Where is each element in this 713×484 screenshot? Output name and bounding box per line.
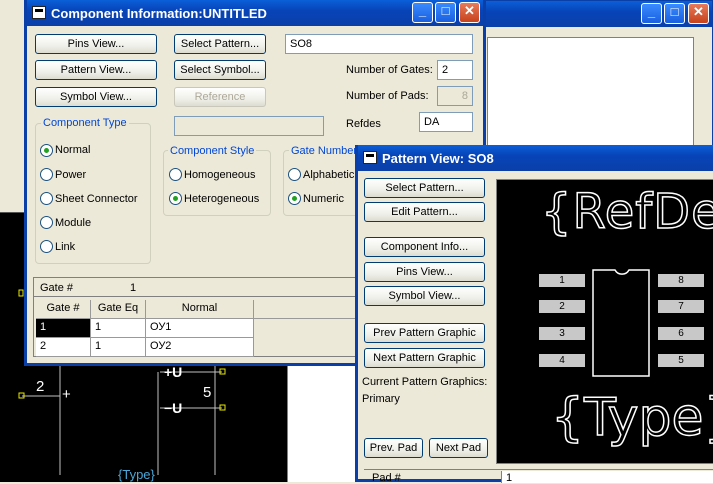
pattern-pin[interactable]: 4 bbox=[539, 354, 585, 367]
radio-power-label: Power bbox=[55, 169, 87, 181]
radio-homogeneous[interactable] bbox=[169, 168, 182, 181]
component-style-group bbox=[163, 150, 271, 216]
component-info-button[interactable]: Component Info... bbox=[364, 237, 485, 257]
symbol-view-button[interactable]: Symbol View... bbox=[364, 286, 485, 306]
refdes-field[interactable]: DA bbox=[419, 112, 473, 132]
next-pattern-graphic-button[interactable]: Next Pattern Graphic bbox=[364, 348, 485, 368]
desktop-divider bbox=[287, 365, 357, 482]
component-style-title: Component Style bbox=[168, 145, 257, 157]
radio-link[interactable] bbox=[40, 240, 53, 253]
pattern-view-titlebar: Pattern View: SO8 bbox=[358, 145, 713, 171]
pattern-body-outline bbox=[592, 269, 650, 377]
pattern-canvas[interactable]: {RefDe {Type} 1 2 3 4 8 7 6 5 bbox=[496, 179, 713, 464]
select-pattern-button[interactable]: Select Pattern... bbox=[174, 34, 266, 54]
pad-value: 1 bbox=[506, 472, 513, 484]
symbol-plus-label: + bbox=[62, 386, 71, 403]
table-cell[interactable]: 1 bbox=[91, 319, 146, 338]
component-info-titlebar: Component Information:UNTITLED _ □ ✕ bbox=[27, 0, 483, 26]
symbol-type-label: {Type} bbox=[118, 467, 155, 482]
number-of-gates-label: Number of Gates: bbox=[346, 64, 433, 76]
next-pad-button[interactable]: Next Pad bbox=[429, 438, 488, 458]
component-type-title: Component Type bbox=[41, 117, 129, 129]
pattern-pin[interactable]: 6 bbox=[658, 327, 704, 340]
select-symbol-button[interactable]: Select Symbol... bbox=[174, 60, 266, 80]
symbol-pin-right-number: 5 bbox=[203, 384, 212, 401]
minimize-button[interactable]: _ bbox=[641, 3, 662, 24]
radio-numeric[interactable] bbox=[288, 192, 301, 205]
radio-link-label: Link bbox=[55, 241, 76, 253]
radio-module-label: Module bbox=[55, 217, 92, 229]
pattern-view-title: Pattern View: SO8 bbox=[382, 151, 494, 166]
pattern-pin[interactable]: 5 bbox=[658, 354, 704, 367]
reference-button[interactable]: Reference bbox=[174, 87, 266, 107]
current-pattern-graphics-value: Primary bbox=[362, 393, 400, 405]
gate-numbering-title: Gate Numberi bbox=[289, 145, 362, 157]
pad-table: Pad # 1 bbox=[364, 469, 713, 484]
number-of-pads-field: 8 bbox=[437, 86, 473, 106]
pad-label: Pad # bbox=[372, 472, 401, 484]
edit-pattern-button[interactable]: Edit Pattern... bbox=[364, 202, 485, 222]
pins-view-button[interactable]: Pins View... bbox=[364, 262, 485, 282]
symbol-view-button[interactable]: Symbol View... bbox=[35, 87, 157, 107]
background-window-titlebar: _ □ ✕ bbox=[471, 1, 712, 27]
pad-value-cell[interactable]: 1 bbox=[501, 471, 713, 484]
close-button[interactable]: ✕ bbox=[688, 3, 709, 24]
pattern-pin[interactable]: 3 bbox=[539, 327, 585, 340]
app-icon bbox=[32, 6, 46, 19]
radio-alphabetic-label: Alphabetic bbox=[303, 169, 355, 181]
radio-sheet-connector-label: Sheet Connector bbox=[55, 193, 138, 205]
pattern-name-field[interactable]: SO8 bbox=[285, 34, 473, 54]
symbol-minus-u-label: −U bbox=[164, 400, 183, 416]
gate-summary-label: Gate # bbox=[40, 282, 74, 294]
symbol-pin-left-number: 2 bbox=[36, 378, 45, 395]
pattern-view-button[interactable]: Pattern View... bbox=[35, 60, 157, 80]
app-icon bbox=[363, 151, 377, 164]
radio-alphabetic[interactable] bbox=[288, 168, 301, 181]
table-cell[interactable]: 1 bbox=[91, 338, 146, 357]
radio-numeric-label: Numeric bbox=[303, 193, 344, 205]
number-of-gates-field[interactable]: 2 bbox=[437, 60, 473, 80]
minimize-button[interactable]: _ bbox=[412, 2, 433, 23]
number-of-pads-label: Number of Pads: bbox=[346, 90, 429, 102]
radio-module[interactable] bbox=[40, 216, 53, 229]
prev-pattern-graphic-button[interactable]: Prev Pattern Graphic bbox=[364, 323, 485, 343]
radio-homogeneous-label: Homogeneous bbox=[184, 169, 256, 181]
reference-field bbox=[174, 116, 324, 136]
select-pattern-button[interactable]: Select Pattern... bbox=[364, 178, 485, 198]
pattern-pin[interactable]: 8 bbox=[658, 274, 704, 287]
pattern-view-window: Pattern View: SO8 Select Pattern... Edit… bbox=[355, 145, 713, 484]
gate-table-header[interactable]: Normal bbox=[146, 300, 254, 319]
maximize-button[interactable]: □ bbox=[664, 3, 685, 24]
pins-view-button[interactable]: Pins View... bbox=[35, 34, 157, 54]
component-info-title: Component Information:UNTITLED bbox=[51, 6, 267, 21]
gate-table-header[interactable]: Gate # bbox=[36, 300, 91, 319]
radio-normal[interactable] bbox=[40, 144, 53, 157]
pattern-pin[interactable]: 7 bbox=[658, 300, 704, 313]
gate-summary-value: 1 bbox=[130, 282, 137, 294]
gate-table-header[interactable]: Gate Eq bbox=[91, 300, 146, 319]
pattern-pin[interactable]: 2 bbox=[539, 300, 585, 313]
symbol-plus-u-label: +U bbox=[164, 364, 183, 380]
pattern-pin[interactable]: 1 bbox=[539, 274, 585, 287]
prev-pad-button[interactable]: Prev. Pad bbox=[364, 438, 423, 458]
table-cell[interactable]: 1 bbox=[36, 319, 91, 338]
table-cell[interactable]: ОУ1 bbox=[146, 319, 254, 338]
radio-normal-label: Normal bbox=[55, 144, 91, 156]
current-pattern-graphics-label: Current Pattern Graphics: bbox=[362, 376, 488, 388]
maximize-button[interactable]: □ bbox=[435, 2, 456, 23]
refdes-label: Refdes bbox=[346, 118, 381, 130]
table-cell[interactable]: ОУ2 bbox=[146, 338, 254, 357]
table-cell[interactable]: 2 bbox=[36, 338, 91, 357]
radio-heterogeneous-label: Heterogeneous bbox=[184, 193, 260, 205]
radio-heterogeneous[interactable] bbox=[169, 192, 182, 205]
close-button[interactable]: ✕ bbox=[459, 2, 480, 23]
radio-sheet-connector[interactable] bbox=[40, 192, 53, 205]
radio-power[interactable] bbox=[40, 168, 53, 181]
